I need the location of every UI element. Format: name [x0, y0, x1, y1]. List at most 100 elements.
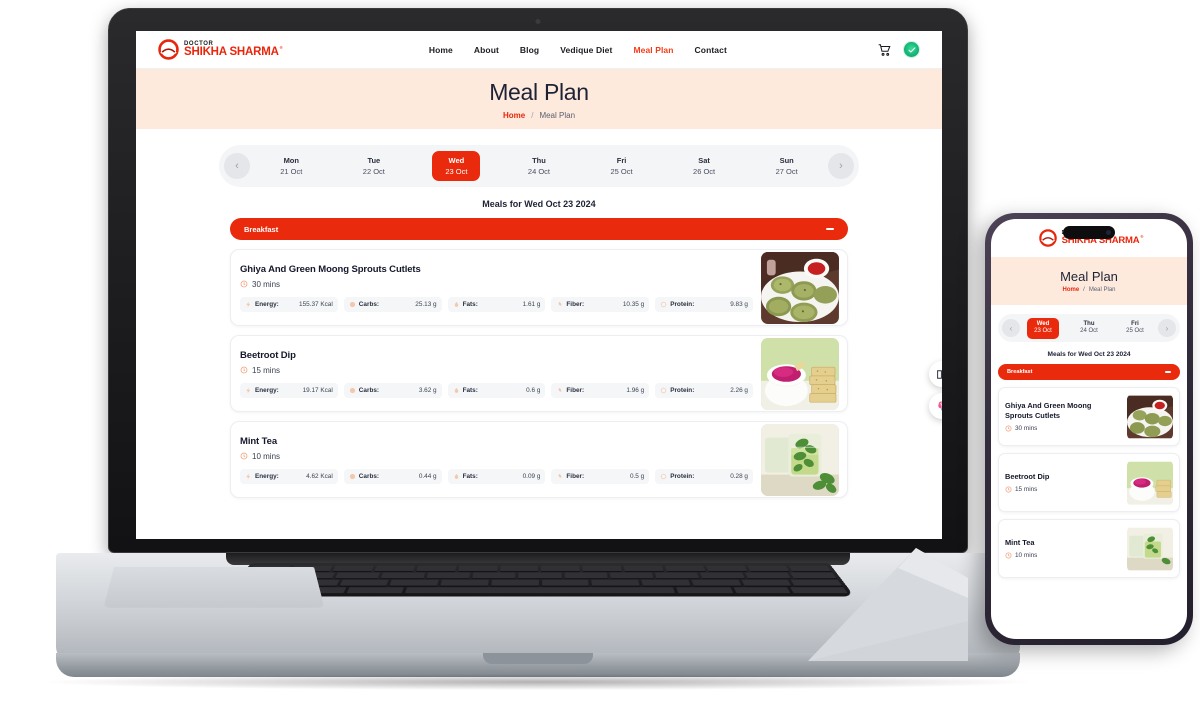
fiber-icon: [558, 387, 562, 392]
week-day-name: Thu: [532, 156, 546, 166]
clock-icon: [240, 280, 248, 288]
week-prev-button[interactable]: ‹: [224, 153, 250, 179]
list-item[interactable]: Beetroot Dip 15 mins: [998, 453, 1180, 512]
week-day-tue[interactable]: Tue 22 Oct: [350, 151, 398, 181]
nutrition-chip-energy: Energy: 4.62 Kcal: [240, 468, 338, 484]
cutlets-with-ketchup-image: [761, 251, 839, 324]
meal-plan-content: ‹ Mon 21 Oct Tue 22 Oct Wed 23 Oct Thu 2…: [136, 129, 942, 498]
site-logo[interactable]: DOCTOR SHIKHA SHARMA: [158, 39, 282, 60]
phone-meal-details: Mint Tea 10 mins: [1005, 538, 1121, 560]
phone-breadcrumb-current: Meal Plan: [1088, 287, 1116, 293]
nutrition-chip-energy: Energy: 19.17 Kcal: [240, 382, 338, 398]
phone-meal-name: Ghiya And Green Moong Sprouts Cutlets: [1005, 400, 1092, 420]
week-day-mon[interactable]: Mon 21 Oct: [267, 151, 315, 181]
phone-week-day-date: 24 Oct: [1080, 328, 1098, 334]
nav-item-home[interactable]: Home: [429, 45, 453, 55]
breadcrumb-home-link[interactable]: Home: [503, 111, 525, 120]
phone-accordion-label: Breakfast: [1007, 369, 1033, 375]
phone-page-title: Meal Plan: [1060, 269, 1118, 284]
nutrition-label: Carbs:: [358, 472, 380, 480]
dynamic-island: [1063, 226, 1115, 239]
carbs-icon: [349, 301, 355, 307]
nutrition-value: 1.61 g: [522, 300, 541, 308]
fiber-icon: [558, 473, 562, 478]
nutrition-value: 25.13 g: [415, 300, 437, 308]
book-reader-widget[interactable]: [929, 361, 942, 387]
week-day-name: Fri: [616, 156, 627, 166]
nav-item-contact[interactable]: Contact: [695, 45, 727, 55]
nutrition-chip-carbs: Carbs: 0.44 g: [343, 468, 442, 484]
nutrition-label: Fiber:: [566, 300, 585, 308]
week-day-thu[interactable]: Thu 24 Oct: [515, 151, 563, 181]
nutrition-value: 0.09 g: [522, 472, 541, 480]
phone-meal-time-value: 10 mins: [1015, 552, 1038, 560]
accordion-breakfast[interactable]: Breakfast: [230, 218, 848, 240]
phone-week-day-date: 25 Oct: [1126, 328, 1144, 334]
week-day-fri[interactable]: Fri 25 Oct: [597, 151, 645, 181]
phone-week-day-selector: ‹ Wed 23 Oct Thu 24 Oct Fri 25 Oct ›: [998, 314, 1180, 342]
brain-ai-widget[interactable]: [929, 393, 942, 419]
phone-week-day-wed[interactable]: Wed 23 Oct: [1027, 317, 1059, 339]
laptop-webcam-icon: [535, 19, 541, 24]
minus-icon[interactable]: [826, 228, 834, 230]
shopping-cart-icon[interactable]: [877, 43, 892, 57]
primary-nav: Home About Blog Vedique Diet Meal Plan C…: [279, 45, 877, 55]
carbs-icon: [349, 387, 355, 393]
phone-breadcrumb-separator: /: [1083, 287, 1085, 293]
meal-time-value: 30 mins: [252, 279, 281, 289]
clock-icon: [240, 452, 248, 460]
phone-week-prev-button[interactable]: ‹: [1002, 319, 1020, 337]
logo-swirl-icon: [1038, 229, 1057, 247]
nutrition-chips: Energy: 19.17 Kcal Carbs: 3.62 g Fats: 0…: [240, 382, 753, 398]
nutrition-label: Carbs:: [358, 386, 380, 394]
nav-item-blog[interactable]: Blog: [520, 45, 539, 55]
minus-icon[interactable]: [1165, 371, 1171, 373]
week-day-date: 21 Oct: [280, 166, 303, 176]
phone-meal-image-cutlets: [1127, 394, 1173, 440]
week-day-name: Tue: [367, 156, 381, 166]
nutrition-value: 0.6 g: [526, 386, 541, 394]
week-day-sun[interactable]: Sun 27 Oct: [763, 151, 811, 181]
navbar-actions: [877, 41, 920, 58]
nutrition-chip-fiber: Fiber: 10.35 g: [551, 296, 650, 312]
phone-breadcrumb-home-link[interactable]: Home: [1062, 287, 1079, 293]
week-day-date: 25 Oct: [610, 166, 633, 176]
nutrition-label: Fiber:: [566, 472, 585, 480]
phone-week-day-thu[interactable]: Thu 24 Oct: [1073, 318, 1105, 339]
table-row[interactable]: Mint Tea 10 mins Energy: 4.62 Kcal Carbs…: [230, 421, 848, 498]
nutrition-label: Protein:: [670, 300, 695, 308]
list-item[interactable]: Ghiya And Green Moong Sprouts Cutlets 30…: [998, 387, 1180, 446]
phone-week-day-name: Wed: [1036, 320, 1050, 327]
logo-swirl-icon: [158, 39, 179, 60]
accordion-label: Breakfast: [244, 224, 279, 234]
phone-meal-details: Ghiya And Green Moong Sprouts Cutlets 30…: [1005, 401, 1121, 433]
nav-item-meal-plan[interactable]: Meal Plan: [633, 45, 673, 55]
nutrition-label: Protein:: [670, 386, 695, 394]
list-item[interactable]: Mint Tea 10 mins: [998, 519, 1180, 578]
nav-item-about[interactable]: About: [474, 45, 499, 55]
nutrition-label: Energy:: [255, 472, 279, 480]
phone-page-hero: Meal Plan Home / Meal Plan: [991, 257, 1187, 305]
nav-item-vedique-diet[interactable]: Vedique Diet: [560, 45, 612, 55]
nutrition-chip-carbs: Carbs: 3.62 g: [343, 382, 442, 398]
week-day-wed[interactable]: Wed 23 Oct: [432, 151, 481, 181]
phone-week-day-fri[interactable]: Fri 25 Oct: [1119, 318, 1151, 339]
fats-icon: [454, 301, 458, 307]
phone-week-day-list: Wed 23 Oct Thu 24 Oct Fri 25 Oct: [1020, 317, 1158, 339]
table-row[interactable]: Beetroot Dip 15 mins Energy: 19.17 Kcal …: [230, 335, 848, 412]
table-row[interactable]: Ghiya And Green Moong Sprouts Cutlets 30…: [230, 249, 848, 326]
nutrition-value: 19.17 Kcal: [302, 386, 333, 394]
phone-week-next-button[interactable]: ›: [1158, 319, 1176, 337]
week-day-sat[interactable]: Sat 26 Oct: [680, 151, 728, 181]
beetroot-dip-with-crackers-image: [761, 337, 839, 410]
phone-accordion-breakfast[interactable]: Breakfast: [998, 364, 1180, 380]
week-next-button[interactable]: ›: [828, 153, 854, 179]
laptop-lid: DOCTOR SHIKHA SHARMA Home About Blog Ved…: [108, 8, 968, 553]
nutrition-value: 1.96 g: [626, 386, 645, 394]
user-avatar[interactable]: [903, 41, 920, 58]
phone-meal-name: Beetroot Dip: [1005, 471, 1050, 481]
nutrition-value: 10.35 g: [622, 300, 645, 308]
nutrition-value: 0.28 g: [730, 472, 748, 480]
nutrition-label: Carbs:: [358, 300, 380, 308]
fats-icon: [454, 473, 458, 479]
